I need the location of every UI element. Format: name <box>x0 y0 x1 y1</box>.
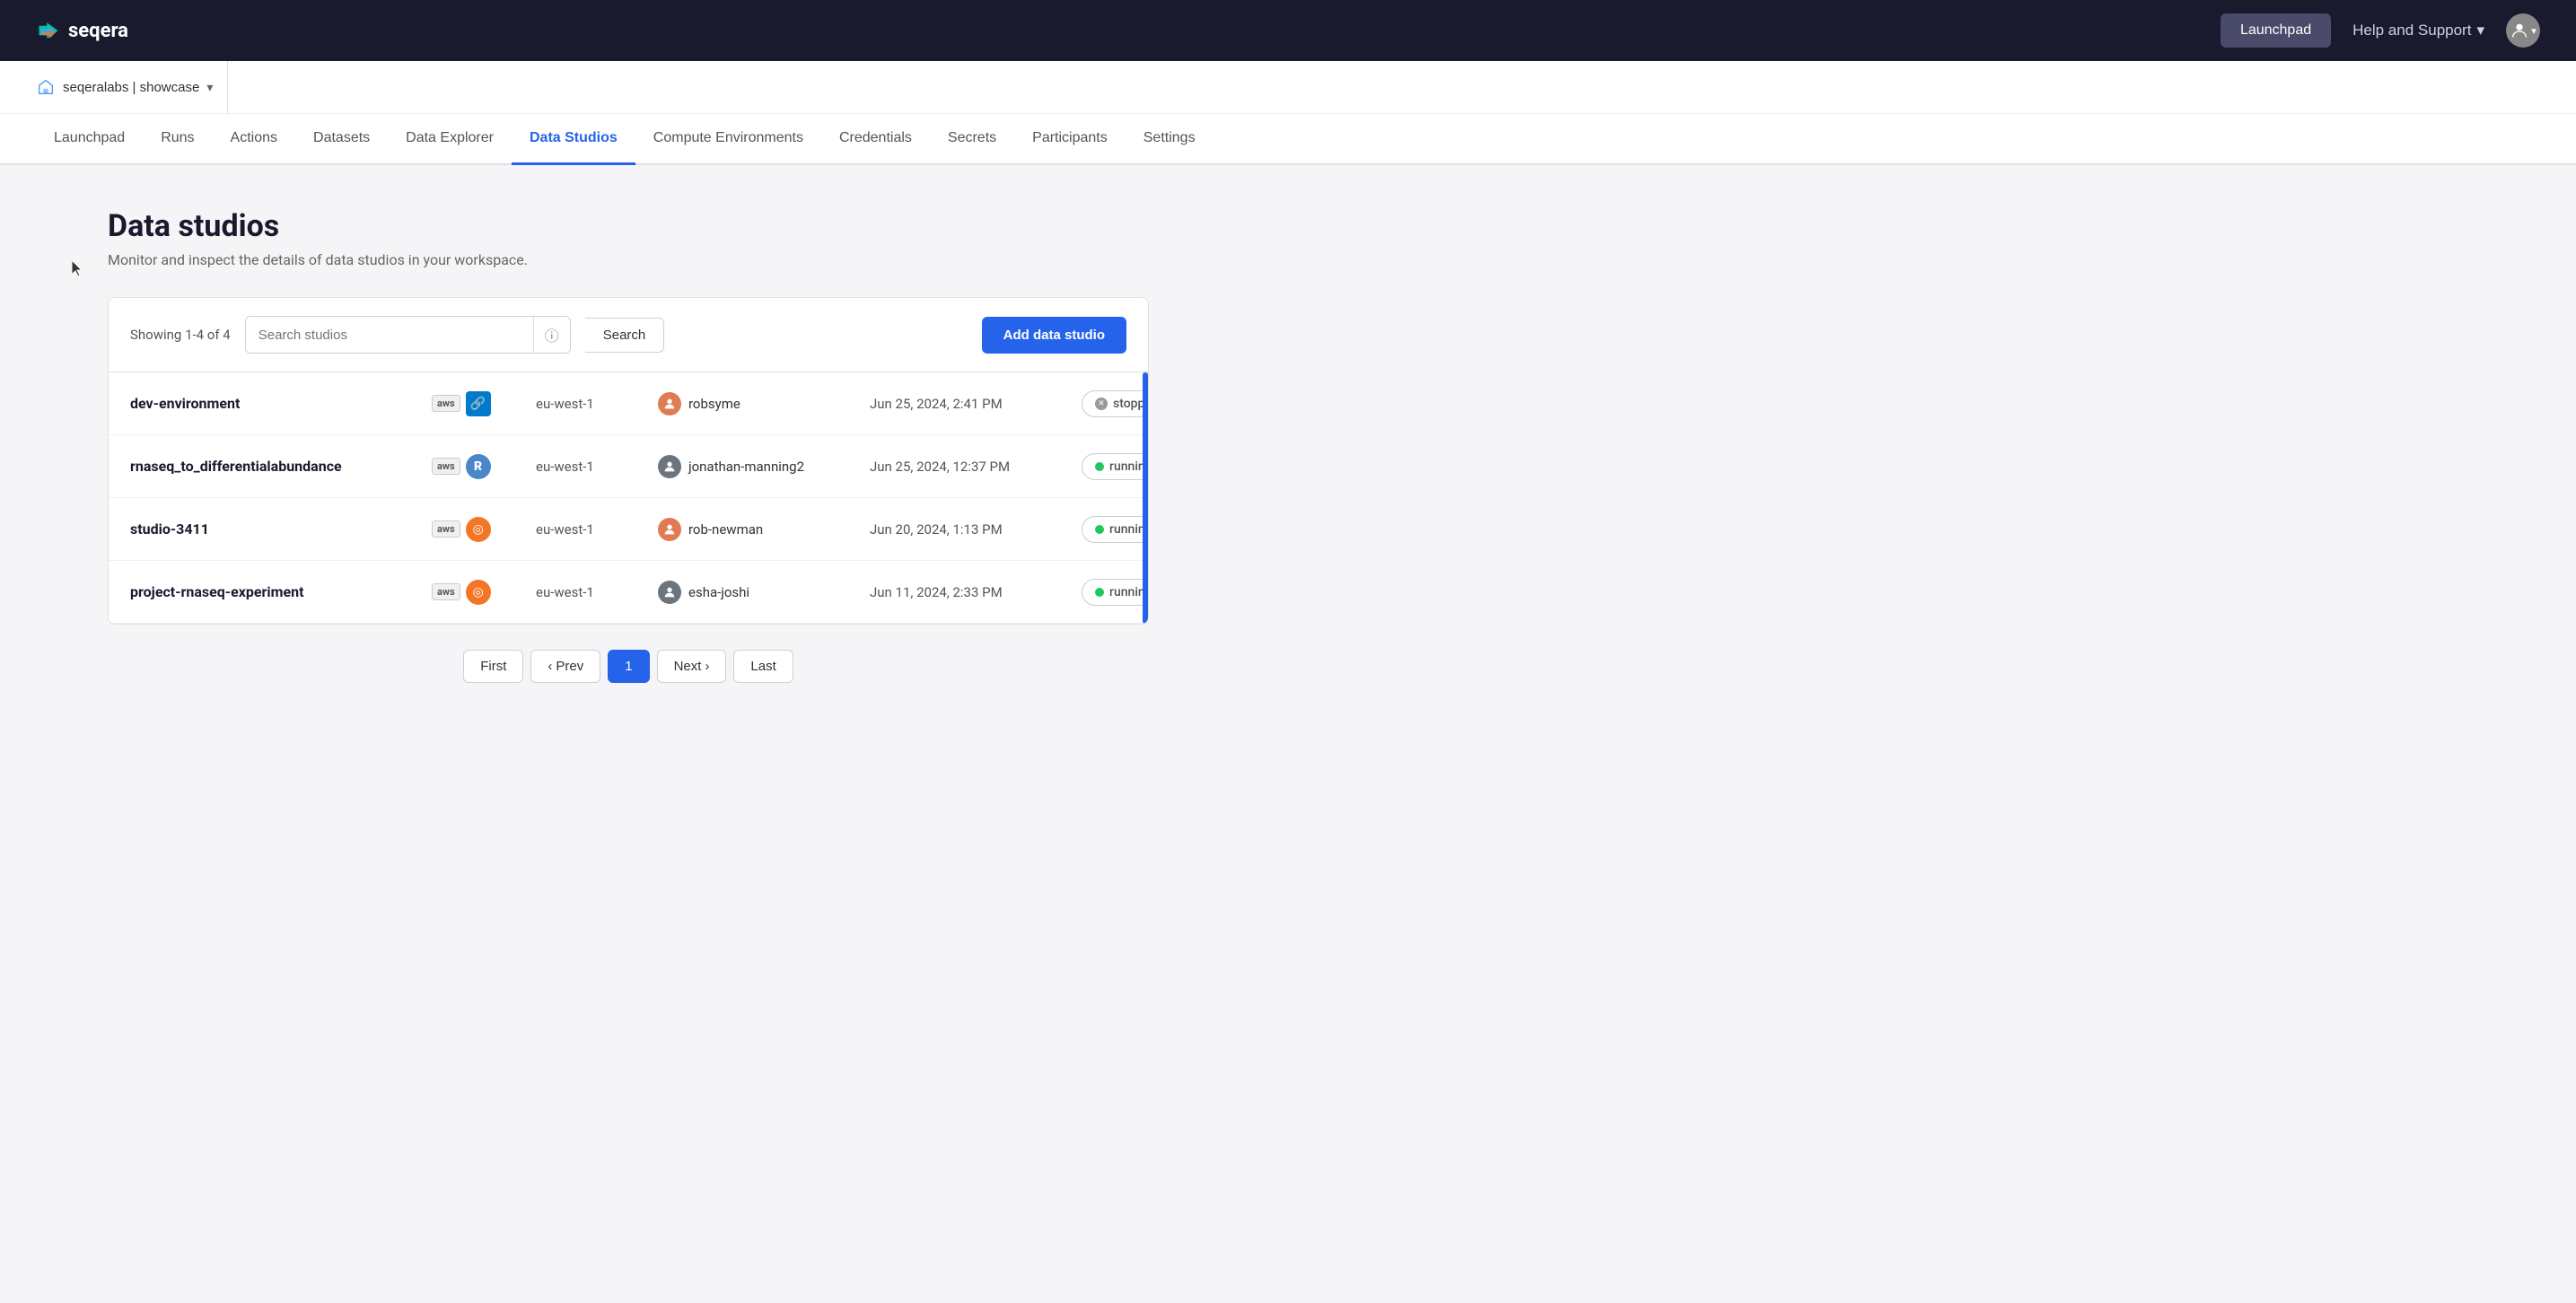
pagination: First ‹ Prev 1 Next › Last <box>108 625 1149 697</box>
avatar[interactable]: ▾ <box>2506 13 2540 48</box>
main-content: Data studios Monitor and inspect the det… <box>0 165 1257 740</box>
studio-user: jonathan-manning2 <box>658 455 855 478</box>
topbar: seqera Launchpad Help and Support ▾ ▾ <box>0 0 2576 61</box>
tab-datasets[interactable]: Datasets <box>295 114 388 165</box>
studios-table-container: Showing 1-4 of 4 ⓘ Search Add data studi… <box>108 297 1149 625</box>
studio-name: dev-environment <box>130 395 417 412</box>
last-page-button[interactable]: Last <box>733 650 793 683</box>
page-title: Data studios <box>108 208 1149 244</box>
tab-compute-environments[interactable]: Compute Environments <box>635 114 821 165</box>
studio-timestamp: Jun 25, 2024, 2:41 PM <box>870 396 1067 412</box>
logo: seqera <box>36 18 128 43</box>
tab-credentials[interactable]: Credentials <box>821 114 930 165</box>
workspace-bar: seqeralabs | showcase ▾ <box>0 61 2576 114</box>
running-icon <box>1095 462 1104 471</box>
table-body: dev-environment aws 🔗 eu-west-1 robsyme … <box>109 372 1148 624</box>
aws-badge: aws <box>432 520 460 538</box>
first-page-button[interactable]: First <box>463 650 523 683</box>
studio-icons: aws ◎ <box>432 517 521 542</box>
stopped-icon: ✕ <box>1095 398 1108 410</box>
showing-count: Showing 1-4 of 4 <box>130 327 231 343</box>
user-avatar <box>658 455 681 478</box>
search-wrapper: ⓘ <box>245 316 571 354</box>
current-page-button[interactable]: 1 <box>608 650 649 683</box>
aws-badge: aws <box>432 395 460 412</box>
tab-data-studios[interactable]: Data Studios <box>512 114 635 165</box>
user-avatar <box>658 518 681 541</box>
username: esha-joshi <box>688 584 749 600</box>
user-avatar <box>658 392 681 415</box>
status-badge: running <box>1082 579 1148 606</box>
toolbar-left: Showing 1-4 of 4 ⓘ Search <box>130 316 664 354</box>
studio-timestamp: Jun 20, 2024, 1:13 PM <box>870 521 1067 538</box>
info-icon[interactable]: ⓘ <box>533 317 570 353</box>
studio-region: eu-west-1 <box>536 521 644 538</box>
status-badge: running <box>1082 453 1148 480</box>
table-row[interactable]: rnaseq_to_differentialabundance aws R eu… <box>109 435 1148 498</box>
studio-icons: aws ◎ <box>432 580 521 605</box>
topbar-left: seqera <box>36 18 128 43</box>
brand-name: seqera <box>68 20 128 42</box>
tab-launchpad[interactable]: Launchpad <box>36 114 143 165</box>
tab-settings[interactable]: Settings <box>1126 114 1214 165</box>
aws-badge: aws <box>432 458 460 475</box>
next-page-button[interactable]: Next › <box>657 650 727 683</box>
studio-name: project-rnaseq-experiment <box>130 583 417 600</box>
studio-icons: aws R <box>432 454 521 479</box>
username: rob-newman <box>688 521 763 538</box>
jupyter-icon: ◎ <box>466 517 491 542</box>
studio-timestamp: Jun 25, 2024, 12:37 PM <box>870 459 1067 475</box>
chevron-down-icon: ▾ <box>2476 22 2484 39</box>
help-support-button[interactable]: Help and Support ▾ <box>2353 22 2484 39</box>
scrollbar-thumb[interactable] <box>1143 372 1148 624</box>
workspace-selector[interactable]: seqeralabs | showcase ▾ <box>36 61 228 113</box>
tab-actions[interactable]: Actions <box>213 114 295 165</box>
studio-region: eu-west-1 <box>536 459 644 475</box>
status-badge: running <box>1082 516 1148 543</box>
studio-name: studio-3411 <box>130 520 417 538</box>
running-icon <box>1095 588 1104 597</box>
tab-runs[interactable]: Runs <box>143 114 212 165</box>
chevron-left-icon: ‹ <box>548 659 552 674</box>
user-avatar <box>658 581 681 604</box>
studio-user: esha-joshi <box>658 581 855 604</box>
studio-icons: aws 🔗 <box>432 391 521 416</box>
workspace-name: seqeralabs | showcase <box>63 80 199 95</box>
studio-region: eu-west-1 <box>536 396 644 412</box>
table-row[interactable]: project-rnaseq-experiment aws ◎ eu-west-… <box>109 561 1148 624</box>
page-subtitle: Monitor and inspect the details of data … <box>108 251 1149 268</box>
studio-timestamp: Jun 11, 2024, 2:33 PM <box>870 584 1067 600</box>
studio-user: robsyme <box>658 392 855 415</box>
tab-participants[interactable]: Participants <box>1014 114 1126 165</box>
add-studio-button[interactable]: Add data studio <box>982 317 1126 354</box>
topbar-right: Launchpad Help and Support ▾ ▾ <box>2221 13 2540 48</box>
rstudio-icon: R <box>466 454 491 479</box>
search-button[interactable]: Search <box>585 318 665 353</box>
status-badge: ✕ stopped <box>1082 390 1148 417</box>
chevron-right-icon: › <box>705 659 709 674</box>
running-icon <box>1095 525 1104 534</box>
avatar-dropdown-icon: ▾ <box>2531 25 2537 37</box>
tab-data-explorer[interactable]: Data Explorer <box>388 114 512 165</box>
search-input[interactable] <box>246 319 533 352</box>
studio-name: rnaseq_to_differentialabundance <box>130 458 417 475</box>
main-nav: Launchpad Runs Actions Datasets Data Exp… <box>0 114 2576 163</box>
username: robsyme <box>688 396 740 412</box>
launchpad-topbar-button[interactable]: Launchpad <box>2221 13 2331 48</box>
table-toolbar: Showing 1-4 of 4 ⓘ Search Add data studi… <box>109 298 1148 372</box>
vscode-icon: 🔗 <box>466 391 491 416</box>
tab-secrets[interactable]: Secrets <box>930 114 1014 165</box>
prev-page-button[interactable]: ‹ Prev <box>530 650 600 683</box>
table-row[interactable]: dev-environment aws 🔗 eu-west-1 robsyme … <box>109 372 1148 435</box>
studio-user: rob-newman <box>658 518 855 541</box>
nav-container: seqeralabs | showcase ▾ Launchpad Runs A… <box>0 61 2576 165</box>
jupyter-icon: ◎ <box>466 580 491 605</box>
workspace-dropdown-icon: ▾ <box>206 80 213 95</box>
username: jonathan-manning2 <box>688 459 804 475</box>
studio-region: eu-west-1 <box>536 584 644 600</box>
table-row[interactable]: studio-3411 aws ◎ eu-west-1 rob-newman J… <box>109 498 1148 561</box>
aws-badge: aws <box>432 583 460 600</box>
scrollbar-track <box>1143 372 1148 624</box>
